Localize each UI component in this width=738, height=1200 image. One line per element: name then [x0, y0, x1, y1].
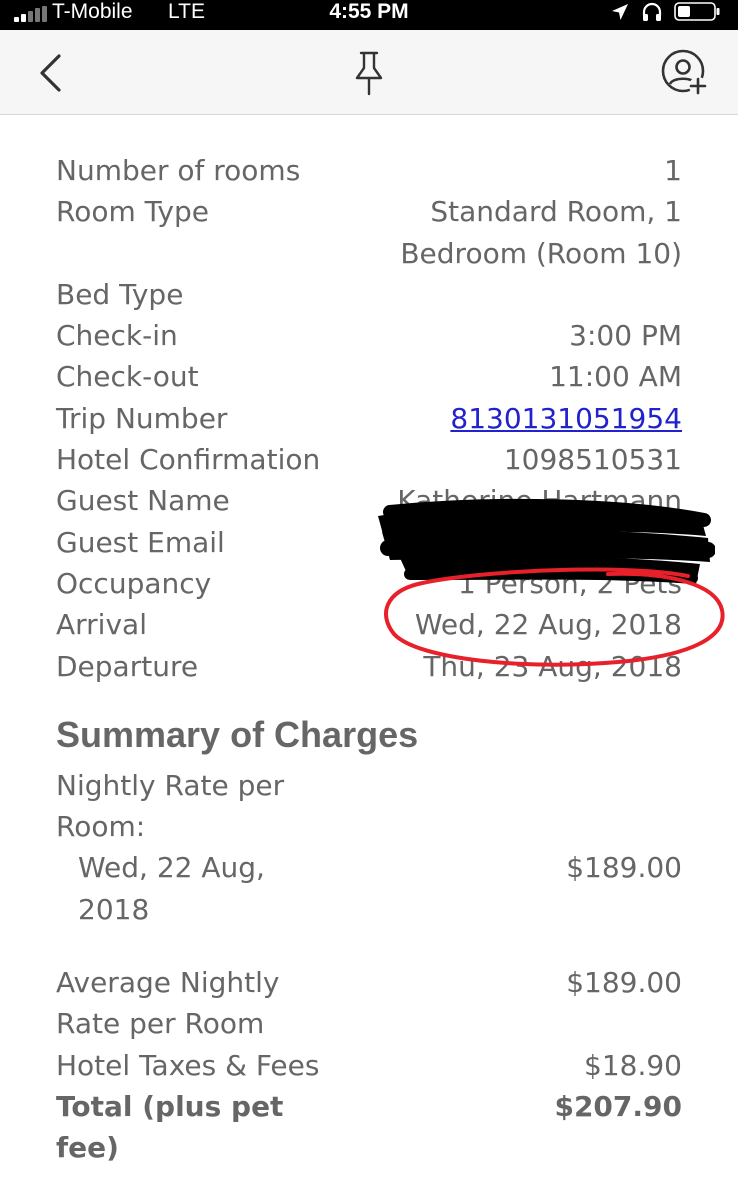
detail-row-occupancy: Occupancy 1 Person, 2 Pets [56, 563, 682, 604]
status-bar: T-Mobile LTE 4:55 PM [0, 0, 738, 30]
back-chevron-icon[interactable] [26, 48, 76, 98]
detail-row-arrival: Arrival Wed, 22 Aug, 2018 [56, 604, 682, 645]
detail-row-guest-email: Guest Email zewhe@gmail.com [56, 522, 682, 563]
battery-icon [674, 2, 720, 21]
total-row: Total (plus pet fee) $207.90 [56, 1086, 682, 1169]
detail-row-guest-name: Guest Name Katherine Hartmann [56, 480, 682, 521]
detail-row-room-type: Room Type Standard Room, 1 Bedroom (Room… [56, 191, 682, 274]
detail-value: 11:00 AM [549, 360, 682, 394]
total-label: Total (plus pet fee) [56, 1089, 284, 1165]
taxes-amount: $18.90 [584, 1048, 682, 1082]
average-rate-label: Average Nightly Rate per Room [56, 966, 280, 1041]
detail-row-trip-number: Trip Number 8130131051954 [56, 398, 682, 439]
detail-row-confirmation: Hotel Confirmation 1098510531 [56, 439, 682, 480]
average-amount: $189.00 [566, 966, 682, 1000]
detail-value: 1098510531 [503, 443, 682, 477]
detail-label: Room Type [56, 195, 209, 229]
detail-label: Guest Name [56, 484, 230, 518]
detail-label: Check-in [56, 319, 178, 353]
detail-label: Number of rooms [56, 154, 301, 187]
detail-label: Hotel Confirmation [56, 443, 321, 477]
detail-value: Thu, 23 Aug, 2018 [423, 649, 682, 683]
detail-value: 1 Person, 2 Pets [458, 566, 682, 600]
detail-row-check-in: Check-in 3:00 PM [56, 315, 682, 356]
nightly-amount: $189.00 [566, 851, 682, 885]
detail-value: Standard Room, 1 Bedroom (Room 10) [400, 195, 682, 270]
add-person-icon[interactable] [660, 48, 710, 98]
detail-row-check-out: Check-out 11:00 AM [56, 356, 682, 397]
app-screen: T-Mobile LTE 4:55 PM Number of rooms 1 R… [0, 0, 738, 1200]
guest-name-value: Katherine Hartmann [397, 484, 682, 518]
detail-row-bed-type: Bed Type [56, 274, 682, 315]
detail-label: Guest Email [56, 525, 225, 559]
headphones-icon [642, 2, 662, 21]
detail-label: Departure [56, 649, 199, 683]
detail-row-rooms: Number of rooms 1 [56, 150, 682, 191]
detail-value: 3:00 PM [569, 319, 682, 353]
trip-number-link[interactable]: 8130131051954 [450, 398, 682, 439]
detail-row-departure: Departure Thu, 23 Aug, 2018 [56, 646, 682, 687]
detail-label: Trip Number [56, 401, 228, 435]
detail-label: Check-out [56, 360, 199, 394]
nightly-rate-block: Nightly Rate per Room: Wed, 22 Aug, 2018 [56, 765, 356, 930]
pin-icon[interactable] [344, 48, 394, 98]
detail-value: Wed, 22 Aug, 2018 [414, 608, 682, 642]
taxes-label: Hotel Taxes & Fees [56, 1048, 320, 1082]
detail-label: Occupancy [56, 566, 212, 600]
summary-heading: Summary of Charges [56, 713, 419, 755]
taxes-row: Hotel Taxes & Fees $18.90 [56, 1045, 682, 1086]
detail-label: Bed Type [56, 277, 184, 311]
nightly-rate-label: Nightly Rate per Room: [56, 768, 285, 844]
nav-bar [0, 30, 738, 115]
detail-label: Arrival [56, 608, 147, 642]
location-arrow-icon [612, 4, 628, 20]
average-rate-row: Average Nightly Rate per Room $189.00 [56, 962, 682, 1045]
nightly-rate-row: Nightly Rate per Room: Wed, 22 Aug, 2018… [56, 765, 682, 930]
total-amount: $207.90 [554, 1089, 682, 1123]
reservation-details: Number of rooms 1 Room Type Standard Roo… [56, 150, 682, 1169]
guest-email-link[interactable]: zewhe@gmail.com [418, 522, 682, 563]
detail-value: 1 [664, 154, 682, 187]
nightly-date: Wed, 22 Aug, 2018 [78, 851, 265, 926]
